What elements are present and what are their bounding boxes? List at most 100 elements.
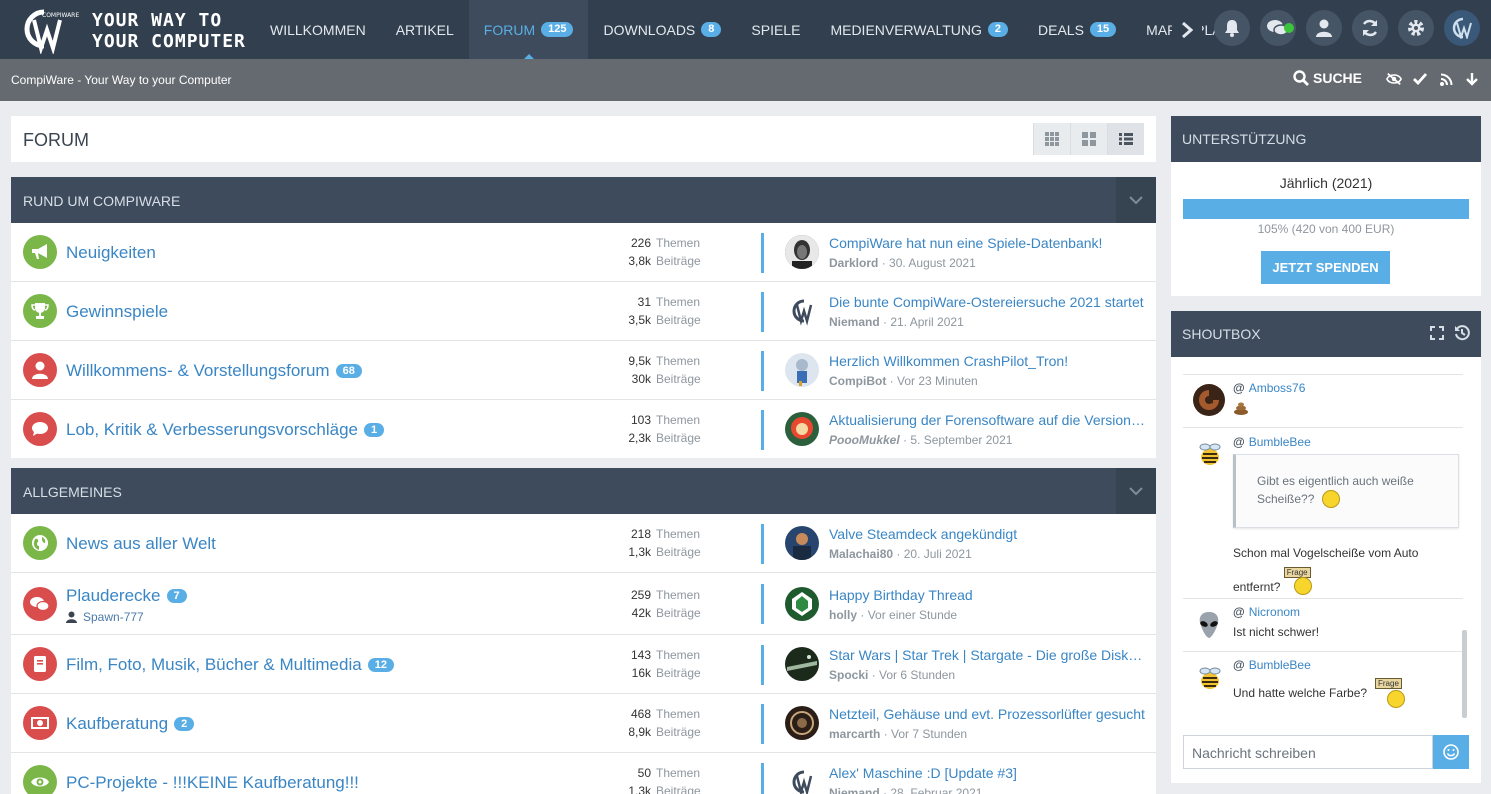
grid-view-button[interactable] [1033, 123, 1070, 155]
forum-title[interactable]: PC-Projekte - !!!KEINE Kaufberatung!!! [66, 773, 359, 793]
mark-read-button[interactable] [1412, 71, 1428, 87]
confused-smiley-icon [1322, 490, 1340, 508]
avatar[interactable] [785, 526, 819, 560]
last-post-time[interactable]: Vor 7 Stunden [891, 727, 967, 741]
nav-downloads[interactable]: DOWNLOADS 8 [588, 0, 736, 59]
forum-row[interactable]: Film, Foto, Musik, Bücher & Multimedia 12… [11, 635, 1156, 694]
last-post-time[interactable]: 30. August 2021 [889, 256, 976, 270]
shoutbox-scrollbar[interactable] [1462, 630, 1467, 718]
forum-title[interactable]: Gewinnspiele [66, 302, 168, 322]
avatar[interactable] [1193, 438, 1225, 470]
forum-row[interactable]: News aus aller Welt 218 Themen 1,3k Beiträ… [11, 514, 1156, 573]
last-post-user[interactable]: Niemand [829, 315, 880, 329]
nav-artikel[interactable]: ARTIKEL [381, 0, 469, 59]
scroll-down-button[interactable] [1464, 71, 1480, 87]
avatar[interactable] [785, 353, 819, 387]
forum-title[interactable]: Willkommens- & Vorstellungsforum 68 [66, 361, 362, 381]
shout-user[interactable]: @ Amboss76 [1233, 381, 1305, 395]
avatar[interactable] [785, 587, 819, 621]
avatar[interactable] [1444, 10, 1480, 46]
shout-user[interactable]: @ BumbleBee [1233, 435, 1311, 449]
last-post-time[interactable]: 20. Juli 2021 [904, 547, 972, 561]
money-icon [23, 706, 57, 740]
expand-button[interactable] [1430, 326, 1444, 343]
last-post-time[interactable]: 28. Februar 2021 [890, 786, 982, 794]
avatar[interactable] [785, 706, 819, 740]
history-button[interactable] [1454, 325, 1470, 344]
last-post-user[interactable]: Niemand [829, 786, 880, 794]
forum-title[interactable]: Neuigkeiten [66, 243, 156, 263]
moderator-name[interactable]: Spawn-777 [83, 610, 144, 624]
last-post-title[interactable]: Die bunte CompiWare-Ostereiersuche 2021 … [829, 294, 1145, 310]
forum-row[interactable]: Kaufberatung 2 468 Themen 8,9k Beiträge Net… [11, 694, 1156, 753]
last-post-title[interactable]: Herzlich Willkommen CrashPilot_Tron! [829, 353, 1145, 369]
last-post-title[interactable]: Aktualisierung der Forensoftware auf die… [829, 412, 1145, 428]
last-post-time[interactable]: Vor einer Stunde [868, 608, 957, 622]
emoji-button[interactable] [1433, 735, 1469, 769]
category-collapse-button[interactable] [1116, 177, 1156, 223]
last-post-time[interactable]: 5. September 2021 [910, 433, 1012, 447]
forum-row[interactable]: Willkommens- & Vorstellungsforum 68 9,5k T… [11, 341, 1156, 400]
avatar[interactable] [785, 765, 819, 794]
avatar[interactable] [785, 412, 819, 446]
forum-row[interactable]: Lob, Kritik & Verbesserungsvorschläge 1 1… [11, 400, 1156, 458]
category-collapse-button[interactable] [1116, 468, 1156, 514]
shout-user[interactable]: @ BumbleBee [1233, 658, 1311, 672]
last-post-user[interactable]: CompiBot [829, 374, 886, 388]
forum-row[interactable]: Plauderecke 7 Spawn-777 259 Themen 42k Beit… [11, 573, 1156, 635]
last-post-title[interactable]: Happy Birthday Thread [829, 587, 1145, 603]
search-button[interactable]: SUCHE [1293, 70, 1362, 86]
avatar[interactable] [785, 235, 819, 269]
forum-title[interactable]: News aus aller Welt [66, 534, 216, 554]
last-post-user[interactable]: Darklord [829, 256, 878, 270]
last-post-title[interactable]: Alex' Maschine :D [Update #3] [829, 765, 1145, 781]
avatar[interactable] [1193, 662, 1225, 694]
last-post-user[interactable]: Malachai80 [829, 547, 893, 561]
nav-spiele[interactable]: SPIELE [736, 0, 815, 59]
settings-button[interactable] [1398, 10, 1434, 46]
donate-button[interactable]: JETZT SPENDEN [1261, 251, 1390, 284]
forum-title[interactable]: Film, Foto, Musik, Bücher & Multimedia 12 [66, 655, 394, 675]
nav-deals[interactable]: DEALS 15 [1023, 0, 1131, 59]
conversations-button[interactable] [1260, 10, 1296, 46]
last-post-user[interactable]: Spocki [829, 668, 868, 682]
breadcrumb[interactable]: CompiWare - Your Way to your Computer [11, 73, 232, 87]
forum-row[interactable]: PC-Projekte - !!!KEINE Kaufberatung!!! 5… [11, 753, 1156, 794]
last-post-user[interactable]: holly [829, 608, 857, 622]
last-post-user[interactable]: marcarth [829, 727, 880, 741]
forum-stats: 218 Themen 1,3k Beiträge [611, 525, 701, 561]
site-logo[interactable]: COMPIWARE [14, 6, 79, 56]
message-input[interactable]: Nachricht schreiben [1183, 735, 1433, 769]
last-post-title[interactable]: Star Wars | Star Trek | Stargate - Die g… [829, 647, 1145, 663]
category-header: ALLGEMEINES [11, 468, 1156, 514]
refresh-button[interactable] [1352, 10, 1388, 46]
nav-forum[interactable]: FORUM 125 [468, 0, 589, 59]
forum-row[interactable]: Neuigkeiten 226 Themen 3,8k Beiträge Compi… [11, 223, 1156, 282]
rss-button[interactable] [1438, 71, 1454, 87]
forum-title[interactable]: Kaufberatung 2 [66, 714, 195, 734]
last-post-time[interactable]: Vor 23 Minuten [897, 374, 978, 388]
shout-user[interactable]: @ Nicronom [1233, 605, 1300, 619]
last-post-title[interactable]: Netzteil, Gehäuse und evt. Prozessorlüft… [829, 706, 1145, 722]
site-tagline[interactable]: YOUR WAY TO YOUR COMPUTER [92, 10, 246, 52]
list-view-button[interactable] [1107, 123, 1144, 155]
tile-view-button[interactable] [1070, 123, 1107, 155]
forum-title[interactable]: Plauderecke 7 [66, 586, 187, 606]
nav-scroll-right[interactable] [1172, 0, 1202, 59]
forum-row[interactable]: Gewinnspiele 31 Themen 3,5k Beiträge Die b… [11, 282, 1156, 341]
nav-willkommen[interactable]: WILLKOMMEN [255, 0, 381, 59]
nav-medienverwaltung[interactable]: MEDIENVERWALTUNG 2 [815, 0, 1023, 59]
avatar[interactable] [1193, 609, 1225, 641]
avatar[interactable] [785, 647, 819, 681]
avatar[interactable] [785, 294, 819, 328]
last-post-title[interactable]: Valve Steamdeck angekündigt [829, 526, 1145, 542]
user-menu-button[interactable] [1306, 10, 1342, 46]
avatar[interactable] [1193, 384, 1225, 416]
last-post-title[interactable]: CompiWare hat nun eine Spiele-Datenbank! [829, 235, 1145, 251]
forum-title[interactable]: Lob, Kritik & Verbesserungsvorschläge 1 [66, 420, 385, 440]
last-post-time[interactable]: Vor 6 Stunden [879, 668, 955, 682]
last-post-user[interactable]: PoooMukkel [829, 433, 900, 447]
notifications-button[interactable] [1214, 10, 1250, 46]
last-post-time[interactable]: 21. April 2021 [890, 315, 963, 329]
hide-unread-button[interactable] [1386, 71, 1402, 87]
